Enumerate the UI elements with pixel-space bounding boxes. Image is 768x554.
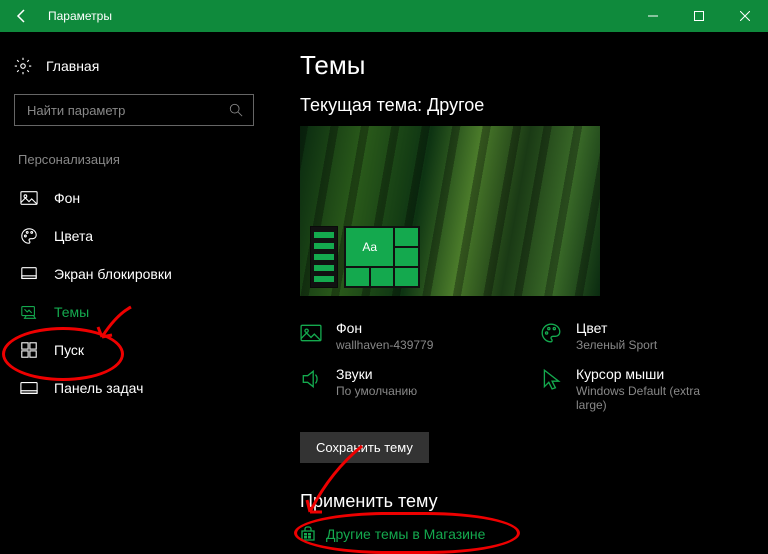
- sidebar-item-label: Фон: [54, 190, 80, 206]
- lockscreen-icon: [20, 265, 38, 283]
- setting-label: Цвет: [576, 320, 657, 336]
- sound-icon: [300, 368, 322, 390]
- search-box[interactable]: [14, 94, 254, 126]
- preview-tile-text: Aa: [346, 228, 393, 266]
- sidebar-item-colors[interactable]: Цвета: [14, 217, 270, 255]
- sidebar-item-label: Темы: [54, 304, 89, 320]
- sidebar-item-label: Экран блокировки: [54, 266, 172, 282]
- search-input[interactable]: [25, 102, 229, 119]
- apply-theme-heading: Применить тему: [300, 491, 748, 512]
- store-link-label: Другие темы в Магазине: [326, 526, 485, 542]
- page-title: Темы: [300, 50, 748, 81]
- themes-icon: [20, 303, 38, 321]
- palette-icon: [540, 322, 562, 344]
- sidebar-item-background[interactable]: Фон: [14, 179, 270, 217]
- sidebar: Главная Персонализация Фон Цвета Экран б…: [0, 32, 270, 550]
- titlebar: Параметры: [0, 0, 768, 32]
- sidebar-item-themes[interactable]: Темы: [14, 293, 270, 331]
- setting-label: Звуки: [336, 366, 417, 382]
- preview-taskbar: Aa: [310, 226, 420, 288]
- save-theme-button[interactable]: Сохранить тему: [300, 432, 429, 463]
- minimize-button[interactable]: [630, 0, 676, 32]
- store-icon: [300, 526, 316, 542]
- store-themes-link[interactable]: Другие темы в Магазине: [300, 526, 748, 542]
- setting-value: По умолчанию: [336, 384, 417, 398]
- setting-label: Фон: [336, 320, 433, 336]
- current-theme-label: Текущая тема: Другое: [300, 95, 748, 116]
- sidebar-item-label: Пуск: [54, 342, 84, 358]
- setting-sounds[interactable]: Звуки По умолчанию: [300, 366, 490, 412]
- cursor-icon: [540, 368, 562, 390]
- setting-value: Windows Default (extra large): [576, 384, 730, 412]
- main-content: Темы Текущая тема: Другое Aa Фон wallhave…: [270, 32, 768, 550]
- sidebar-item-label: Панель задач: [54, 380, 143, 396]
- sidebar-item-start[interactable]: Пуск: [14, 331, 270, 369]
- sidebar-item-label: Цвета: [54, 228, 93, 244]
- setting-background[interactable]: Фон wallhaven-439779: [300, 320, 490, 352]
- start-icon: [20, 341, 38, 359]
- home-label: Главная: [46, 58, 99, 74]
- section-header: Персонализация: [18, 152, 270, 167]
- setting-value: Зеленый Sport: [576, 338, 657, 352]
- maximize-button[interactable]: [676, 0, 722, 32]
- sidebar-item-lockscreen[interactable]: Экран блокировки: [14, 255, 270, 293]
- gear-icon: [14, 57, 32, 75]
- setting-cursor[interactable]: Курсор мыши Windows Default (extra large): [540, 366, 730, 412]
- setting-color[interactable]: Цвет Зеленый Sport: [540, 320, 730, 352]
- theme-preview: Aa: [300, 126, 600, 296]
- picture-icon: [20, 189, 38, 207]
- close-button[interactable]: [722, 0, 768, 32]
- window-title: Параметры: [44, 9, 112, 23]
- setting-label: Курсор мыши: [576, 366, 730, 382]
- search-icon: [229, 103, 243, 117]
- palette-icon: [20, 227, 38, 245]
- taskbar-icon: [20, 379, 38, 397]
- back-button[interactable]: [0, 0, 44, 32]
- home-link[interactable]: Главная: [14, 50, 270, 82]
- sidebar-item-taskbar[interactable]: Панель задач: [14, 369, 270, 407]
- setting-value: wallhaven-439779: [336, 338, 433, 352]
- picture-icon: [300, 322, 322, 344]
